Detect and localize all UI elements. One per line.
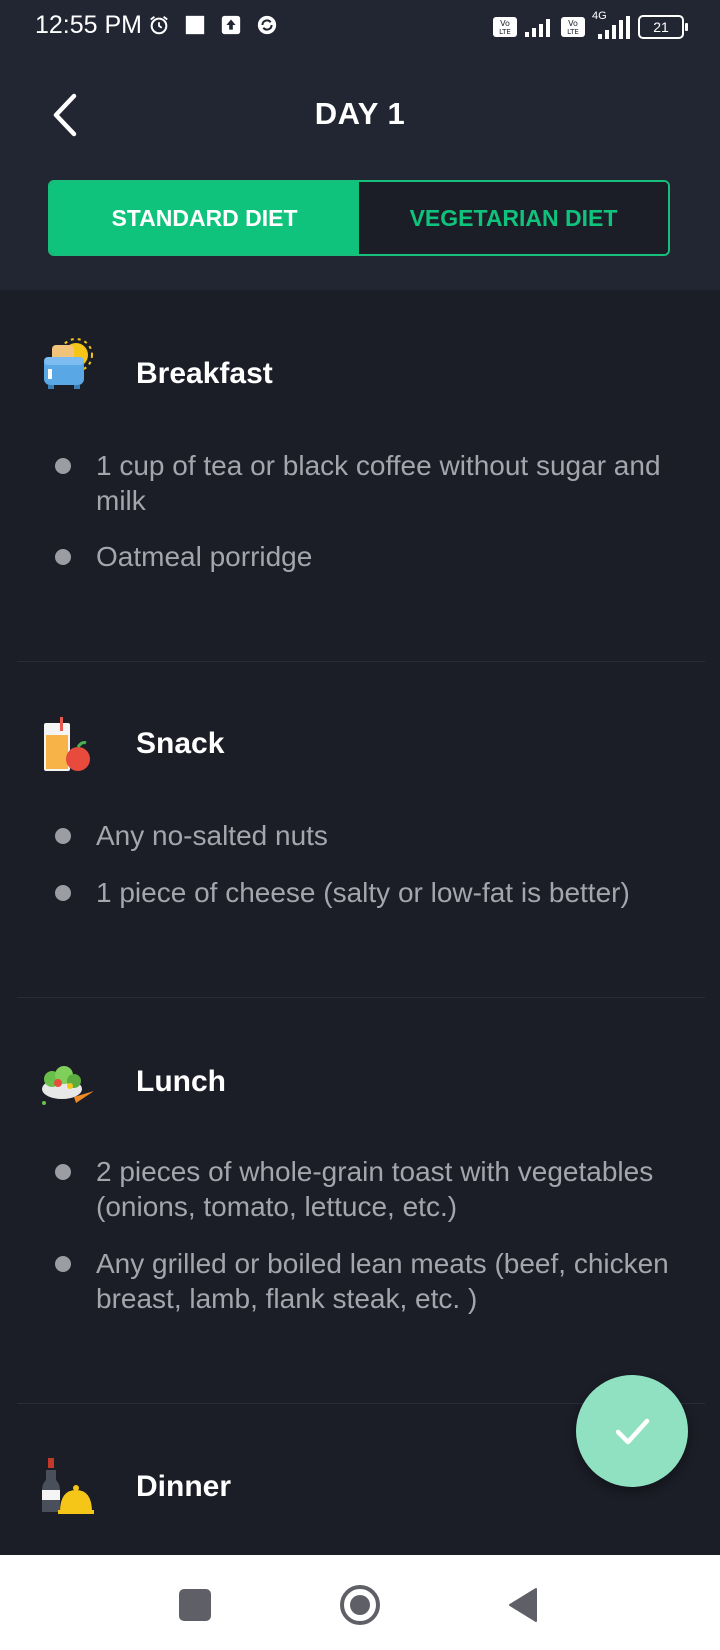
- status-icons-right: Vo LTE Vo LTE 4G 21: [492, 10, 688, 40]
- bullet-icon: [55, 885, 71, 901]
- divider: [17, 661, 705, 662]
- list-item: 1 piece of cheese (salty or low-fat is b…: [55, 875, 676, 910]
- sync-icon: [257, 15, 277, 35]
- list-item: Any no-salted nuts: [55, 818, 676, 853]
- meal-title: Snack: [136, 727, 225, 760]
- list-item: Any grilled or boiled lean meats (beef, …: [55, 1246, 676, 1316]
- bullet-icon: [55, 549, 71, 565]
- volte-icon: VoLTE: [561, 17, 585, 37]
- bullet-icon: [55, 1164, 71, 1180]
- bullet-icon: [55, 828, 71, 844]
- page-title: DAY 1: [314, 96, 406, 131]
- item-text: 1 piece of cheese (salty or low-fat is b…: [96, 877, 630, 908]
- status-bar: 12:55 PM Vo LTE Vo LTE 4G 21: [0, 0, 720, 56]
- checkmark-icon: [615, 1418, 650, 1445]
- volte-icon: VoLTE: [493, 17, 517, 37]
- bullet-icon: [55, 1256, 71, 1272]
- recents-square-icon[interactable]: [173, 1583, 217, 1627]
- battery-icon: 21: [638, 15, 688, 39]
- signal-4g-icon: 4G: [592, 10, 632, 40]
- item-text: Oatmeal porridge: [96, 541, 313, 572]
- meal-title: Dinner: [136, 1470, 232, 1503]
- item-text: Any no-salted nuts: [96, 820, 328, 851]
- svg-text:Vo: Vo: [500, 19, 510, 28]
- item-text: 2 pieces of whole-grain toast with veget…: [96, 1156, 654, 1222]
- juice-apple-icon: [44, 717, 90, 771]
- svg-text:LTE: LTE: [567, 28, 579, 36]
- header: DAY 1: [0, 80, 720, 150]
- item-text: Any grilled or boiled lean meats (beef, …: [96, 1248, 669, 1314]
- bullet-icon: [55, 458, 71, 474]
- toaster-icon: [44, 338, 93, 389]
- divider: [17, 997, 705, 998]
- svg-text:Vo: Vo: [568, 19, 578, 28]
- wine-cloche-icon: [42, 1458, 94, 1514]
- home-circle-icon[interactable]: [338, 1583, 382, 1627]
- system-nav-bar: [0, 1555, 720, 1650]
- upload-icon: [221, 15, 241, 35]
- square-notification-icon: [185, 15, 205, 35]
- meal-title: Breakfast: [136, 357, 273, 390]
- signal-icon: [525, 19, 550, 37]
- status-time: 12:55 PM: [35, 11, 143, 39]
- alarm-icon: [150, 16, 168, 35]
- status-icons-left: [148, 14, 278, 36]
- list-item: 1 cup of tea or black coffee without sug…: [55, 448, 676, 518]
- complete-day-button[interactable]: [576, 1375, 688, 1487]
- list-item: Oatmeal porridge: [55, 539, 676, 574]
- tab-standard-diet[interactable]: STANDARD DIET: [50, 182, 359, 254]
- item-text: 1 cup of tea or black coffee without sug…: [96, 450, 661, 516]
- back-triangle-icon[interactable]: [502, 1583, 546, 1627]
- tab-vegetarian-diet[interactable]: VEGETARIAN DIET: [359, 182, 668, 254]
- diet-tabs: STANDARD DIET VEGETARIAN DIET: [48, 180, 670, 256]
- list-item: 2 pieces of whole-grain toast with veget…: [55, 1154, 676, 1224]
- svg-text:LTE: LTE: [499, 28, 511, 36]
- salad-icon: [42, 1066, 94, 1105]
- meal-title: Lunch: [136, 1065, 226, 1098]
